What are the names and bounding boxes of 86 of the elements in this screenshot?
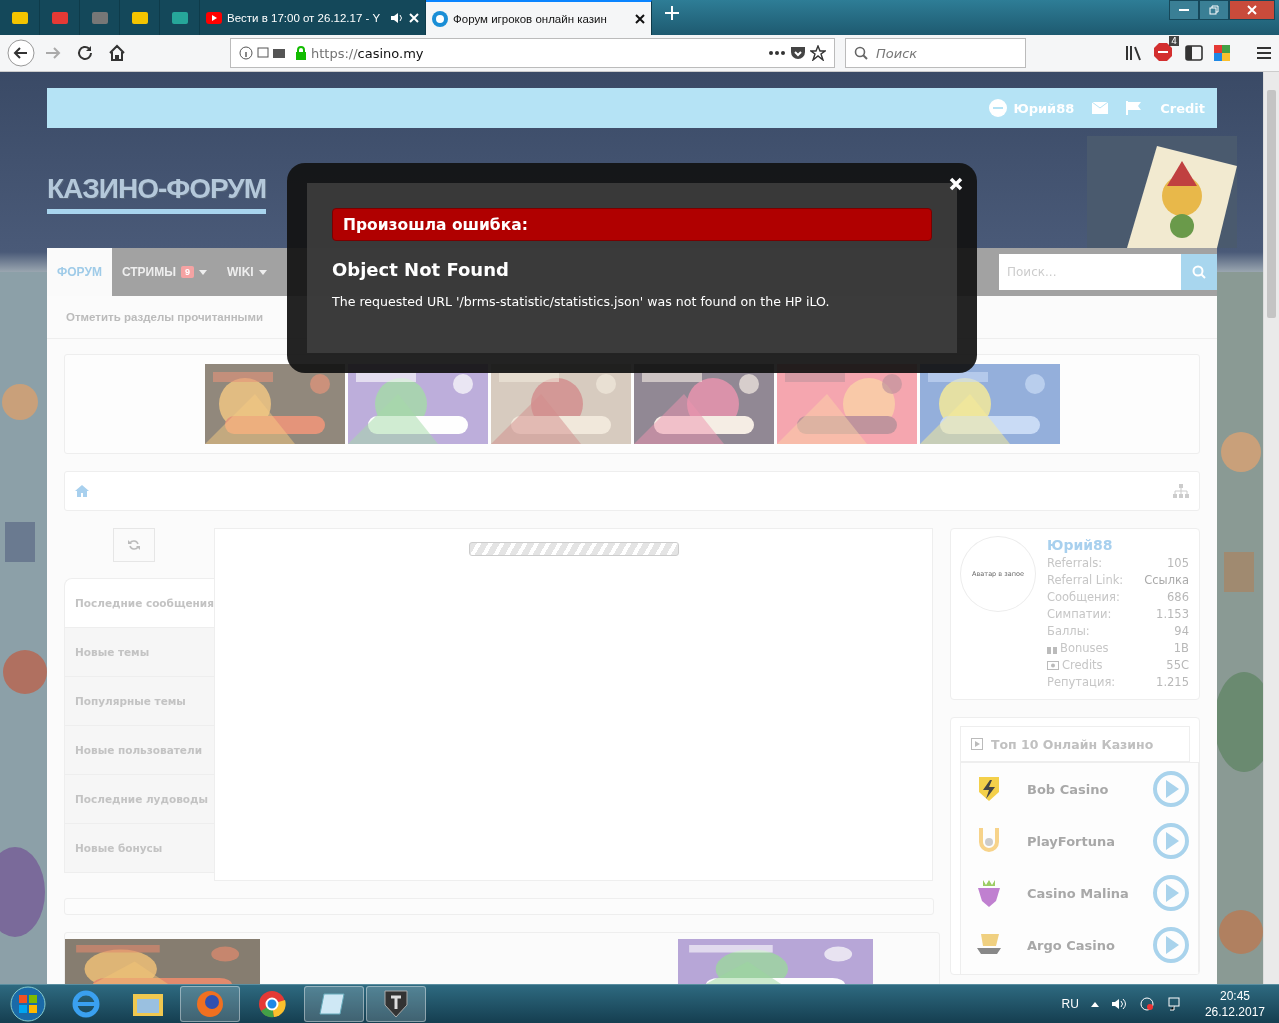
speaker-icon[interactable] xyxy=(390,10,404,25)
site-icon xyxy=(432,10,448,27)
nav-tab[interactable]: WIKI xyxy=(217,248,277,296)
sidebar-tab[interactable]: Последние сообщения xyxy=(64,578,214,628)
monitor-icon[interactable] xyxy=(1166,997,1183,1011)
library-icon[interactable] xyxy=(1125,45,1143,61)
username-link[interactable]: Юрий88 xyxy=(1013,100,1075,116)
language-indicator[interactable]: RU xyxy=(1061,997,1079,1011)
reload-icon[interactable] xyxy=(76,44,94,62)
stat-label: Сообщения: xyxy=(1047,589,1120,606)
more-icon[interactable] xyxy=(768,50,786,56)
nav-tab[interactable]: ФОРУМ xyxy=(47,248,112,296)
casino-name[interactable]: PlayFortuna xyxy=(1027,833,1152,849)
lightning-logo-icon xyxy=(976,775,1002,803)
count-badge: 9 xyxy=(180,266,194,278)
browser-icon xyxy=(71,989,101,1019)
network-icon[interactable] xyxy=(1138,996,1155,1012)
stat-label: Симпатии: xyxy=(1047,606,1112,623)
credit-link[interactable]: Credit xyxy=(1160,100,1205,116)
taskbar-button[interactable] xyxy=(304,986,364,1022)
close-button[interactable] xyxy=(1229,0,1275,20)
info-icon[interactable] xyxy=(239,46,253,60)
stat-label: Репутация: xyxy=(1047,674,1116,691)
caret-icon[interactable] xyxy=(1090,1001,1099,1007)
refresh-icon xyxy=(128,539,140,551)
error-banner: Произошла ошибка: xyxy=(332,208,932,241)
close-icon xyxy=(1247,5,1257,15)
browser-tab[interactable]: Вести в 17:00 от 26.12.17 - Y xyxy=(200,0,426,35)
search-field[interactable]: Поиск xyxy=(845,38,1026,68)
restore-icon xyxy=(1209,5,1219,15)
taskbar-button[interactable] xyxy=(366,986,426,1022)
firefox-icon xyxy=(195,989,225,1019)
stat-value: 94 xyxy=(1174,623,1189,640)
home-icon[interactable] xyxy=(108,44,126,62)
menu-icon[interactable] xyxy=(1255,45,1273,61)
play-icon xyxy=(971,738,983,750)
sidebar-icon[interactable] xyxy=(1185,45,1203,61)
stat-value: 105 xyxy=(1167,555,1189,572)
minimize-icon xyxy=(1179,8,1189,12)
maximize-button[interactable] xyxy=(1199,0,1229,20)
start-button[interactable] xyxy=(9,986,47,1022)
referral-link[interactable]: Ссылка xyxy=(1144,572,1189,589)
star-icon[interactable] xyxy=(810,45,826,61)
casino-name[interactable]: Casino Malina xyxy=(1027,885,1152,901)
speaker-icon[interactable] xyxy=(1110,997,1127,1011)
stat-label: Referrals: xyxy=(1047,555,1103,572)
error-message: The requested URL '/brms-statistic/statistics.json' was not found on the HP iLO. xyxy=(332,294,831,309)
stat-label: Баллы: xyxy=(1047,623,1090,640)
error-heading: Object Not Found xyxy=(332,259,510,280)
search-icon xyxy=(1192,265,1206,279)
scrollbar[interactable] xyxy=(1263,72,1279,984)
adblock-icon[interactable] xyxy=(1153,42,1173,62)
chrome-icon xyxy=(257,989,287,1019)
address-bar[interactable]: https://casino.my xyxy=(230,38,835,68)
browser-tab[interactable]: Форум игроков онлайн казин xyxy=(426,0,652,35)
shield-icon xyxy=(383,989,409,1019)
username-link[interactable]: Юрий88 xyxy=(1047,537,1189,553)
minimize-button[interactable] xyxy=(1169,0,1199,20)
video-icon xyxy=(206,11,222,24)
lock-icon xyxy=(295,46,307,60)
raspberry-icon xyxy=(975,878,1003,908)
url-text: https://casino.my xyxy=(311,45,424,61)
site-logo[interactable]: КАЗИНО-ФОРУМ xyxy=(47,172,267,214)
stat-label: Referral Link: xyxy=(1047,572,1124,589)
casino-name[interactable]: Argo Casino xyxy=(1027,937,1152,953)
stat-value: 686 xyxy=(1167,589,1189,606)
close-icon[interactable] xyxy=(635,13,645,24)
stat-label: Bonuses xyxy=(1060,640,1109,657)
banknote-icon xyxy=(1047,661,1059,670)
back-button[interactable] xyxy=(7,39,35,67)
clock[interactable]: 20:45 26.12.2017 xyxy=(1204,988,1265,1020)
stat-value: 55C xyxy=(1166,657,1189,674)
casino-name[interactable]: Bob Casino xyxy=(1027,781,1152,797)
pocket-icon[interactable] xyxy=(790,45,806,61)
stat-label: Credits xyxy=(1062,657,1103,674)
count-badge: 4 xyxy=(1169,36,1179,46)
card-title: Топ 10 Онлайн Казино xyxy=(991,736,1154,752)
stat-value: 1.215 xyxy=(1156,674,1189,691)
extension-icon[interactable] xyxy=(1213,44,1231,62)
new-tab-icon[interactable] xyxy=(664,5,680,21)
nav-tab[interactable]: СТРИМЫ 9 xyxy=(111,248,217,296)
stat-value: 1.153 xyxy=(1156,606,1189,623)
stat-value: 1B xyxy=(1173,640,1189,657)
menu-link[interactable]: Отметить разделы прочитанными xyxy=(66,311,263,323)
search-icon xyxy=(854,46,868,60)
avatar-icon xyxy=(989,99,1008,117)
